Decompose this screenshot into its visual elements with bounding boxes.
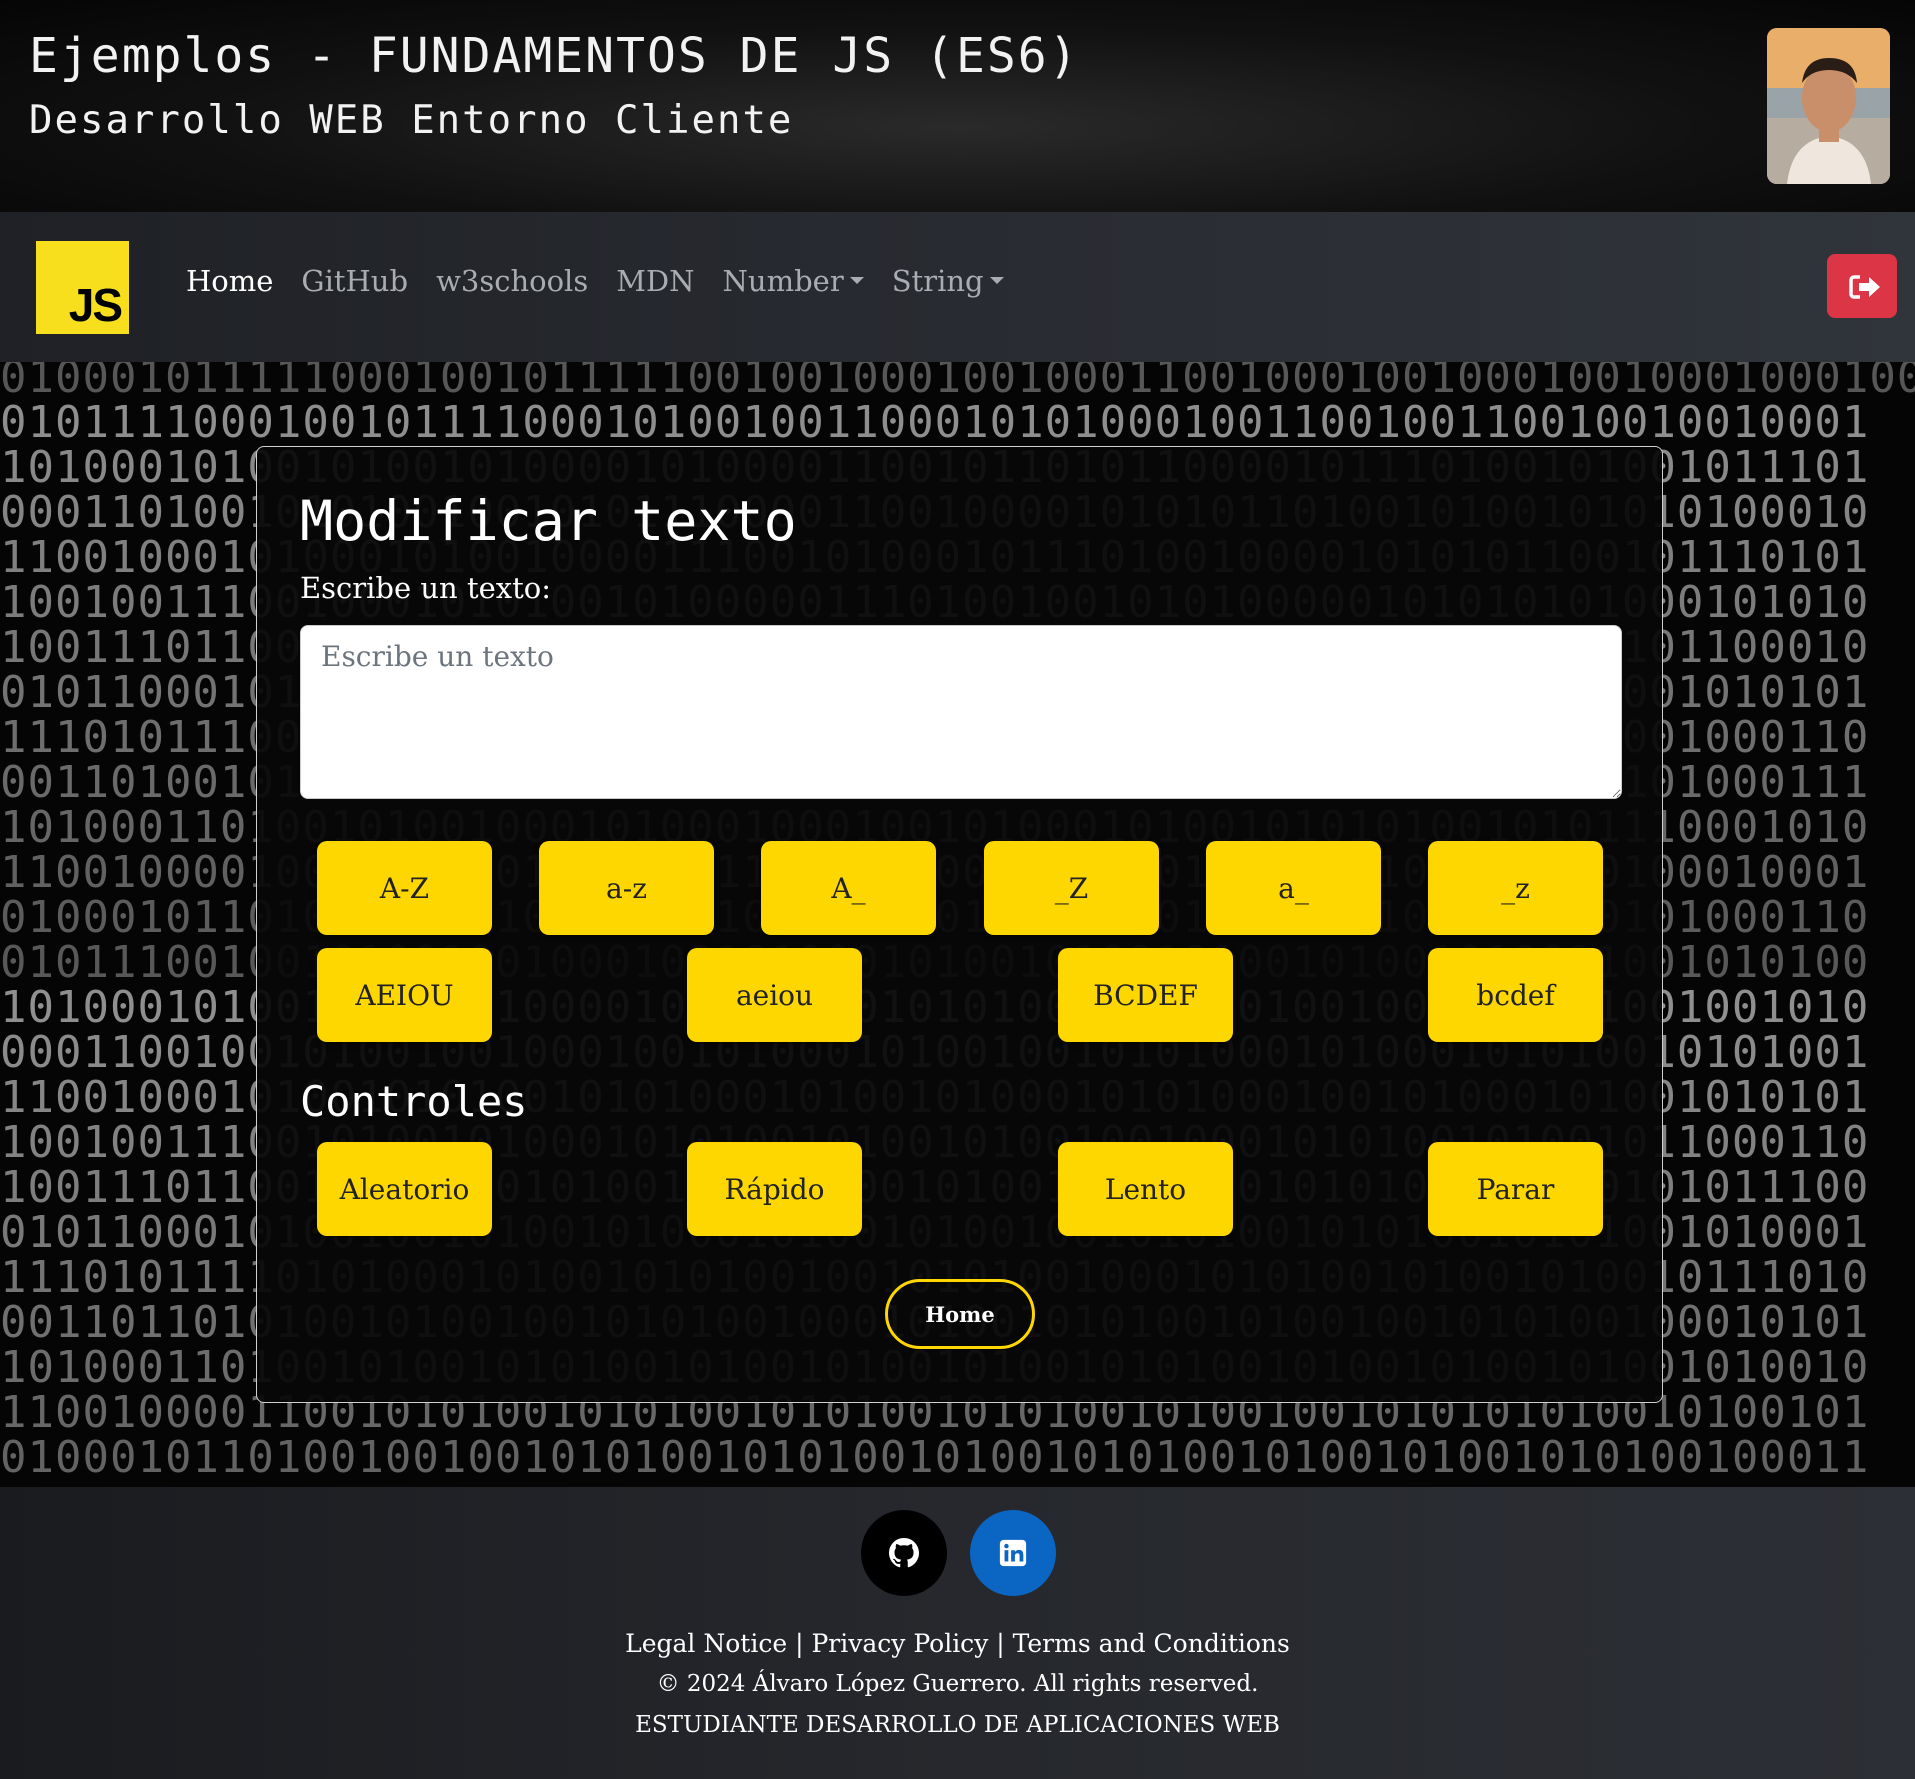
- nav-dropdown-string[interactable]: String: [892, 264, 1004, 298]
- stop-button[interactable]: Parar: [1428, 1142, 1603, 1236]
- legal-notice-link[interactable]: Legal Notice: [625, 1629, 787, 1658]
- privacy-policy-link[interactable]: Privacy Policy: [811, 1629, 988, 1658]
- profile-avatar: [1767, 28, 1890, 184]
- terms-link[interactable]: Terms and Conditions: [1013, 1629, 1290, 1658]
- controls-title: Controles: [300, 1077, 528, 1126]
- nav-link-mdn[interactable]: MDN: [616, 264, 694, 298]
- role-text: ESTUDIANTE DESARROLLO DE APLICACIONES WE…: [635, 1712, 1280, 1738]
- site-title: Ejemplos - FUNDAMENTOS DE JS (ES6): [29, 28, 1080, 84]
- site-footer: Legal Notice | Privacy Policy | Terms an…: [0, 1487, 1915, 1779]
- site-header: Ejemplos - FUNDAMENTOS DE JS (ES6) Desar…: [0, 0, 1915, 212]
- js-logo[interactable]: JS: [36, 241, 129, 334]
- random-button[interactable]: Aleatorio: [317, 1142, 492, 1236]
- footer-legal-links: Legal Notice | Privacy Policy | Terms an…: [0, 1629, 1915, 1658]
- lower-first-button[interactable]: a_: [1206, 841, 1381, 935]
- copyright-text: © 2024 Álvaro López Guerrero. All rights…: [656, 1671, 1259, 1697]
- sign-out-icon: [1849, 275, 1880, 299]
- slow-button[interactable]: Lento: [1058, 1142, 1233, 1236]
- lower-vowels-button[interactable]: aeiou: [687, 948, 862, 1042]
- lower-consonants-button[interactable]: bcdef: [1428, 948, 1603, 1042]
- home-button[interactable]: Home: [885, 1279, 1035, 1349]
- logout-button[interactable]: [1827, 254, 1897, 318]
- caret-down-icon: [989, 276, 1004, 284]
- footer-separator: |: [988, 1629, 1013, 1658]
- text-input[interactable]: [300, 625, 1622, 799]
- linkedin-icon: [999, 1539, 1027, 1567]
- upper-consonants-button[interactable]: BCDEF: [1058, 948, 1233, 1042]
- uppercase-button[interactable]: A-Z: [317, 841, 492, 935]
- avatar-photo: [1767, 28, 1890, 184]
- linkedin-link[interactable]: [970, 1510, 1056, 1596]
- main-navbar: JS Home GitHub w3schools MDN Number Stri…: [0, 212, 1915, 362]
- nav-link-github[interactable]: GitHub: [301, 264, 408, 298]
- nav-link-home[interactable]: Home: [186, 264, 273, 298]
- upper-vowels-button[interactable]: AEIOU: [317, 948, 492, 1042]
- modify-text-card: Modificar texto Escribe un texto: A-Z a-…: [256, 446, 1663, 1403]
- github-link[interactable]: [861, 1510, 947, 1596]
- nav-dropdown-string-label: String: [891, 264, 984, 298]
- fast-button[interactable]: Rápido: [687, 1142, 862, 1236]
- upper-first-button[interactable]: A_: [761, 841, 936, 935]
- js-logo-text: JS: [68, 279, 123, 331]
- binary-row: 0101111000100101111000101001001100010101…: [0, 397, 1870, 448]
- nav-links: Home GitHub w3schools MDN Number String: [186, 264, 1004, 298]
- caret-down-icon: [849, 276, 864, 284]
- lowercase-button[interactable]: a-z: [539, 841, 714, 935]
- upper-last-button[interactable]: _Z: [984, 841, 1159, 935]
- nav-dropdown-number-label: Number: [722, 264, 844, 298]
- lower-last-button[interactable]: _z: [1428, 841, 1603, 935]
- site-subtitle: Desarrollo WEB Entorno Cliente: [29, 98, 794, 143]
- binary-row: 0100010110100100100101010010101001010010…: [0, 1432, 1870, 1483]
- nav-link-w3schools[interactable]: w3schools: [436, 264, 588, 298]
- footer-separator: |: [787, 1629, 812, 1658]
- textarea-label: Escribe un texto:: [300, 571, 552, 605]
- nav-dropdown-number[interactable]: Number: [723, 264, 864, 298]
- card-title: Modificar texto: [300, 489, 797, 553]
- github-icon: [889, 1538, 919, 1568]
